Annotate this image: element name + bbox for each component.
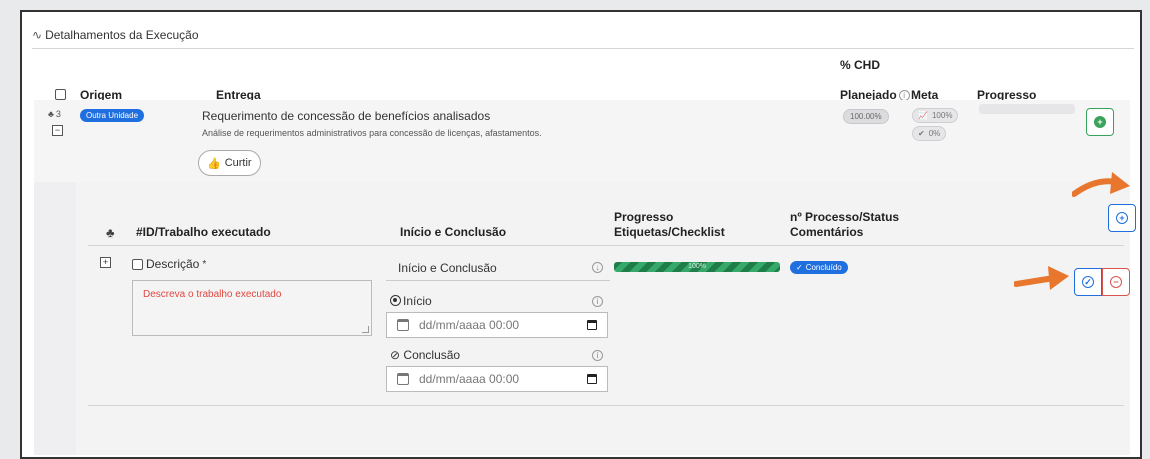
expand-toggle[interactable]: + bbox=[100, 257, 111, 268]
entrega-title: Requerimento de concessão de benefícios … bbox=[202, 109, 491, 123]
row-progress-bar bbox=[979, 104, 1075, 114]
info-icon[interactable]: i bbox=[592, 296, 603, 307]
collapse-toggle[interactable]: − bbox=[52, 125, 63, 136]
calendar-picker-icon[interactable] bbox=[587, 320, 597, 330]
inicio-label: Início bbox=[390, 294, 432, 308]
conclusao-label: ⊘ Conclusão bbox=[390, 348, 461, 362]
calendar-icon bbox=[397, 319, 409, 331]
panel-frame: ∿ Detalhamentos da Execução Origem Entreg… bbox=[20, 10, 1142, 459]
thumbs-up-icon: 👍 bbox=[207, 157, 221, 170]
conclusao-datetime-input[interactable]: dd/mm/aaaa 00:00 bbox=[386, 366, 608, 392]
check-circle-icon: ⊘ bbox=[390, 348, 401, 362]
add-trabalho-button[interactable]: + bbox=[1086, 108, 1114, 136]
header-processo-line1: nº Processo/Status bbox=[790, 210, 900, 224]
plus-circle-icon: + bbox=[1094, 116, 1106, 128]
radio-icon[interactable] bbox=[390, 295, 401, 306]
checklist-progress-bar: 100% bbox=[614, 262, 780, 272]
header-id-trabalho: #ID/Trabalho executado bbox=[136, 225, 271, 239]
entrega-description: Análise de requerimentos administrativos… bbox=[202, 128, 542, 138]
header-inicio-conclusao: Início e Conclusão bbox=[400, 225, 507, 239]
sitemap-count: ♣ 3 bbox=[48, 109, 61, 119]
save-button[interactable]: ✓ bbox=[1074, 268, 1102, 296]
meta-achieved: ✔ 0% bbox=[912, 126, 947, 141]
sitemap-icon: ♣ bbox=[106, 225, 115, 240]
info-icon[interactable]: ↓ bbox=[592, 262, 603, 273]
header-progresso-line2: Etiquetas/Checklist bbox=[614, 225, 725, 239]
subtable-bottom-divider bbox=[88, 405, 1124, 406]
origem-badge: Outra Unidade bbox=[80, 109, 145, 122]
header-processo-line2: Comentários bbox=[790, 225, 864, 239]
inicio-datetime-input[interactable]: dd/mm/aaaa 00:00 bbox=[386, 312, 608, 338]
descricao-label: Descrição * bbox=[132, 257, 206, 271]
cancel-button[interactable]: − bbox=[1102, 268, 1130, 296]
check-icon: ✔ bbox=[918, 129, 925, 138]
table-row bbox=[34, 100, 1130, 182]
plus-circle-icon: + bbox=[1116, 212, 1128, 224]
divider bbox=[32, 48, 1134, 49]
header-progresso-line1: Progresso bbox=[614, 210, 674, 224]
add-subitem-button[interactable]: + bbox=[1108, 204, 1136, 232]
curtir-button[interactable]: 👍 Curtir bbox=[198, 150, 261, 176]
check-circle-icon: ✓ bbox=[796, 263, 803, 272]
status-badge: ✓ Concluído bbox=[790, 261, 848, 274]
annotation-arrow-icon bbox=[1014, 266, 1069, 290]
check-circle-icon: ✓ bbox=[1082, 276, 1094, 288]
info-icon[interactable]: i bbox=[592, 350, 603, 361]
subtable-divider bbox=[88, 245, 1124, 246]
header-chd-line1: % CHD bbox=[840, 58, 881, 72]
chd-value-badge: 100.00% bbox=[843, 109, 889, 124]
resize-grip-icon[interactable] bbox=[362, 326, 369, 333]
descricao-checkbox[interactable] bbox=[132, 258, 143, 270]
field-divider bbox=[386, 280, 610, 281]
select-all-checkbox[interactable] bbox=[55, 89, 66, 100]
chart-icon: 📈 bbox=[918, 111, 928, 120]
calendar-icon bbox=[397, 373, 409, 385]
sitemap-icon: ♣ bbox=[48, 109, 54, 119]
meta-target: 📈 100% bbox=[912, 108, 959, 123]
pulse-icon: ∿ bbox=[32, 28, 43, 42]
section-title: ∿ Detalhamentos da Execução bbox=[32, 28, 199, 42]
annotation-arrow-icon bbox=[1072, 172, 1130, 197]
minus-circle-icon: − bbox=[1110, 276, 1122, 288]
inicio-conclusao-label: Início e Conclusão bbox=[398, 261, 497, 275]
descricao-textarea[interactable]: Descreva o trabalho executado bbox=[132, 280, 372, 336]
calendar-picker-icon[interactable] bbox=[587, 374, 597, 384]
